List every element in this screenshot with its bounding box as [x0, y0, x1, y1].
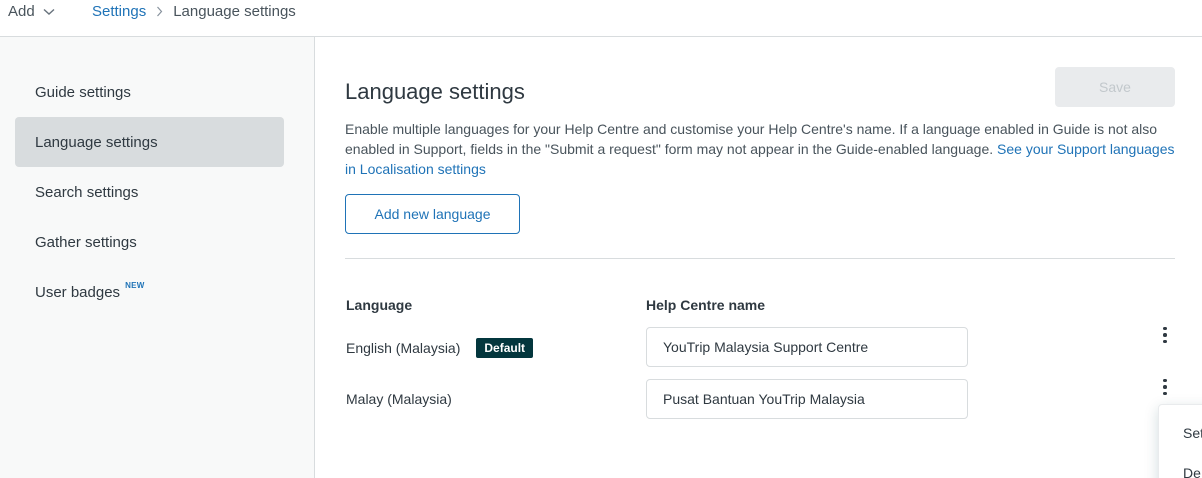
new-tag: NEW [125, 280, 145, 290]
column-header-help-centre-name: Help Centre name [646, 297, 766, 313]
sidebar-item-label: Gather settings [35, 233, 137, 251]
breadcrumb-current: Language settings [173, 3, 296, 20]
breadcrumb: Settings Language settings [92, 3, 296, 20]
language-label: Malay (Malaysia) [346, 391, 452, 407]
top-bar: Add Settings Language settings [0, 0, 1202, 37]
help-centre-name-input-english[interactable] [646, 327, 968, 367]
sidebar-item-search-settings[interactable]: Search settings [15, 167, 284, 217]
page-description: Enable multiple languages for your Help … [345, 119, 1180, 179]
chevron-down-icon [43, 8, 55, 15]
menu-item-de[interactable]: De [1183, 465, 1201, 478]
settings-sidebar: Guide settings Language settings Search … [0, 37, 315, 478]
sidebar-item-label: Search settings [35, 183, 139, 201]
sidebar-item-label: User badges [35, 283, 121, 301]
divider [345, 258, 1175, 259]
sidebar-item-label: Language settings [35, 133, 158, 151]
add-button[interactable]: Add [8, 3, 55, 20]
sidebar-item-gather-settings[interactable]: Gather settings [15, 217, 284, 267]
save-button[interactable]: Save [1055, 67, 1175, 107]
menu-item-set[interactable]: Set [1183, 425, 1202, 441]
sidebar-item-language-settings[interactable]: Language settings [15, 117, 284, 167]
chevron-right-icon [156, 6, 163, 17]
page-title: Language settings [345, 79, 525, 104]
main-content: Language settings Save Enable multiple l… [315, 37, 1202, 478]
help-centre-name-input-malay[interactable] [646, 379, 968, 419]
language-name-malay: Malay (Malaysia) [346, 389, 452, 409]
row-options-menu: Set De [1158, 404, 1202, 478]
column-header-language: Language [346, 297, 413, 313]
language-label: English (Malaysia) [346, 340, 461, 356]
breadcrumb-settings-link[interactable]: Settings [92, 3, 146, 20]
add-label: Add [8, 3, 35, 20]
sidebar-item-user-badges[interactable]: User badges NEW [15, 267, 284, 317]
row-options-icon[interactable] [1155, 323, 1175, 347]
default-badge: Default [476, 338, 534, 358]
language-name-english: English (Malaysia) Default [346, 337, 534, 359]
row-options-icon[interactable] [1155, 375, 1175, 399]
sidebar-item-guide-settings[interactable]: Guide settings [15, 67, 284, 117]
sidebar-item-label: Guide settings [35, 83, 131, 101]
add-new-language-button[interactable]: Add new language [345, 194, 520, 234]
